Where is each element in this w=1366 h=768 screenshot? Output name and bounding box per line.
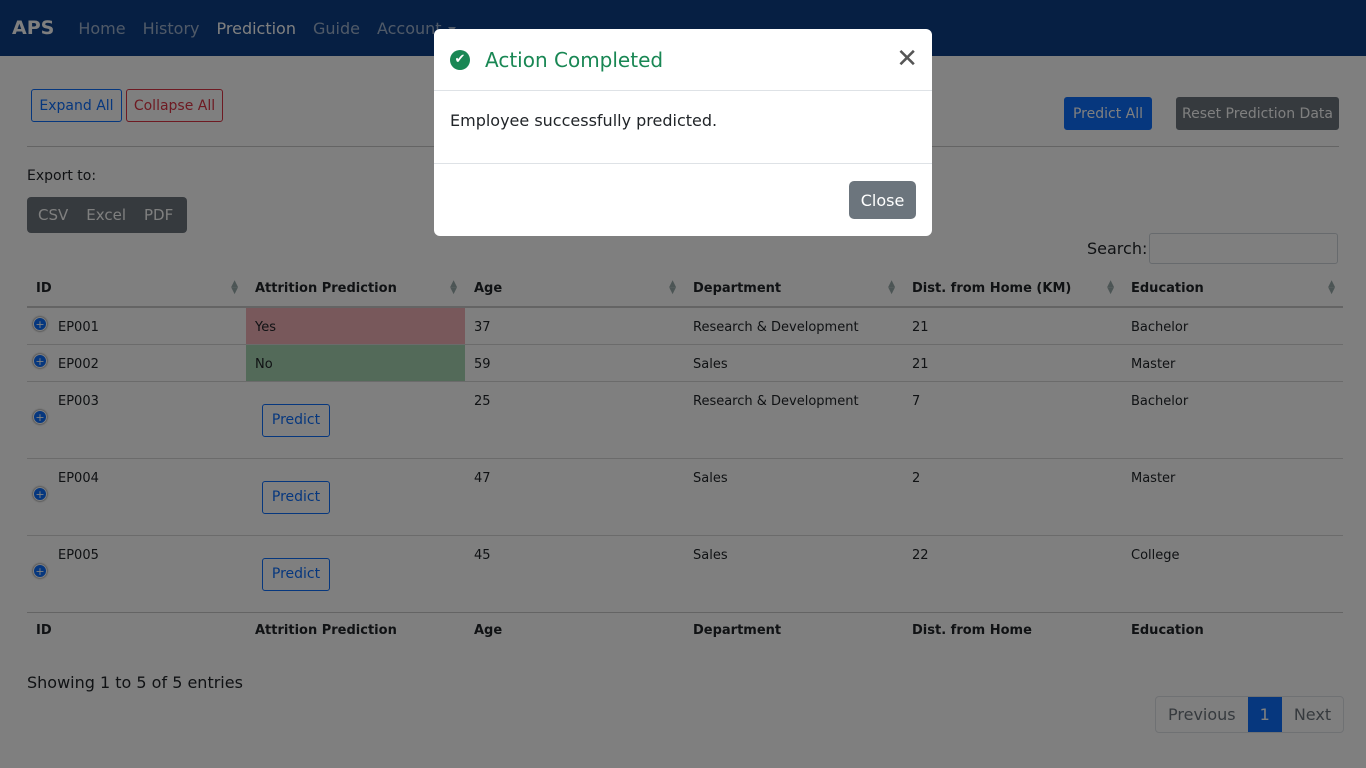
modal-close-button[interactable]: Close bbox=[849, 181, 916, 219]
close-icon[interactable]: ✕ bbox=[896, 46, 918, 72]
modal-body: Employee successfully predicted. bbox=[434, 91, 932, 164]
action-completed-modal: ✔ Action Completed ✕ Employee successful… bbox=[434, 29, 932, 236]
modal-header: ✔ Action Completed ✕ bbox=[434, 29, 932, 91]
check-circle-icon: ✔ bbox=[450, 49, 470, 70]
modal-title: Action Completed bbox=[485, 47, 664, 72]
